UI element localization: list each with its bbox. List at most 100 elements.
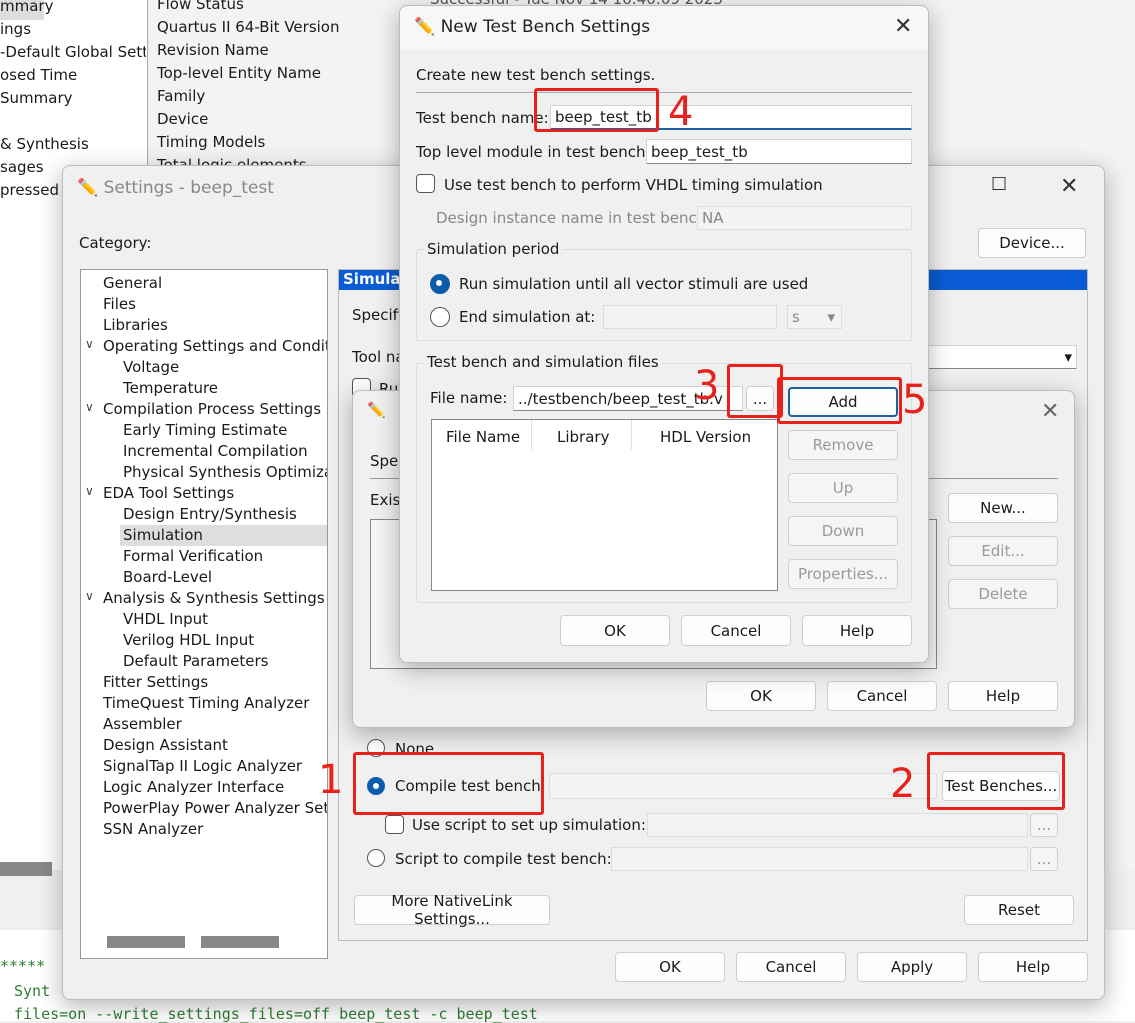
category-item[interactable]: Analysis & Synthesis Settings: [103, 589, 327, 607]
script-compile-radio[interactable]: [367, 849, 385, 867]
reset-button[interactable]: Reset: [964, 895, 1074, 925]
cancel-button[interactable]: Cancel: [736, 952, 846, 982]
tree-item[interactable]: -Default Global Setti: [0, 43, 146, 61]
intro-text: Create new test bench settings.: [416, 66, 656, 84]
category-item[interactable]: Early Timing Estimate: [123, 421, 327, 439]
maximize-icon[interactable]: ☐: [991, 174, 1007, 195]
category-item[interactable]: Fitter Settings: [103, 673, 327, 691]
vhdl-timing-checkbox[interactable]: [416, 174, 435, 193]
run-all-label: Run simulation until all vector stimuli …: [459, 275, 809, 293]
tree-item[interactable]: mmary: [0, 0, 146, 15]
ok-button[interactable]: OK: [560, 615, 670, 646]
category-item[interactable]: TimeQuest Timing Analyzer: [103, 694, 327, 712]
category-item[interactable]: Design Entry/Synthesis: [123, 505, 327, 523]
annotation-box-1: [353, 752, 544, 815]
annotation-number: 3: [694, 363, 720, 409]
tree-item[interactable]: Summary: [0, 89, 146, 107]
tree-item[interactable]: & Synthesis: [0, 135, 146, 153]
up-button[interactable]: Up: [788, 473, 898, 503]
category-item[interactable]: Verilog HDL Input: [123, 631, 327, 649]
ok-button[interactable]: OK: [706, 681, 816, 711]
tool-name-label: Tool na: [352, 348, 405, 366]
category-item[interactable]: Logic Analyzer Interface: [103, 778, 327, 796]
files-table[interactable]: File Name Library HDL Version: [431, 419, 778, 591]
cancel-button[interactable]: Cancel: [827, 681, 937, 711]
more-nativelink-button[interactable]: More NativeLink Settings...: [354, 892, 550, 928]
group-label: Simulation period: [424, 240, 563, 258]
close-icon[interactable]: ✕: [1060, 174, 1078, 199]
apply-button[interactable]: Apply: [857, 952, 967, 982]
summary-row-label: Revision Name: [157, 41, 269, 59]
test-bench-combo[interactable]: [549, 773, 937, 799]
column-header[interactable]: Library: [557, 428, 609, 446]
close-icon[interactable]: ✕: [894, 14, 912, 39]
properties-button[interactable]: Properties...: [788, 559, 898, 589]
category-item[interactable]: Board-Level: [123, 568, 327, 586]
help-button[interactable]: Help: [948, 681, 1058, 711]
category-item[interactable]: EDA Tool Settings: [103, 484, 327, 502]
category-item[interactable]: Libraries: [103, 316, 327, 334]
end-simulation-radio[interactable]: [430, 307, 450, 327]
category-item[interactable]: SignalTap II Logic Analyzer: [103, 757, 327, 775]
end-time-input[interactable]: [603, 305, 777, 329]
category-item[interactable]: Formal Verification: [123, 547, 327, 565]
help-button[interactable]: Help: [802, 615, 912, 646]
close-icon[interactable]: ✕: [1041, 399, 1059, 424]
category-tree[interactable]: General Files Libraries ∨ Operating Settings…: [80, 269, 328, 959]
top-level-module-input[interactable]: beep_test_tb: [646, 139, 912, 164]
column-header[interactable]: HDL Version: [660, 428, 751, 446]
category-item[interactable]: Compilation Process Settings: [103, 400, 327, 418]
top-level-label: Top level module in test bench:: [416, 143, 651, 161]
category-item[interactable]: General: [103, 274, 327, 292]
category-item[interactable]: Simulation: [123, 526, 327, 544]
cancel-button[interactable]: Cancel: [681, 615, 791, 646]
chevron-down-icon[interactable]: ∨: [85, 589, 94, 603]
script-field[interactable]: [647, 813, 1028, 837]
scrollbar-thumb[interactable]: [0, 862, 52, 876]
use-script-checkbox[interactable]: [385, 815, 404, 834]
unit-value: s: [792, 308, 800, 326]
category-item[interactable]: Default Parameters: [123, 652, 327, 670]
file-name-label: File name:: [430, 389, 508, 407]
remove-button[interactable]: Remove: [788, 430, 898, 460]
tree-item[interactable]: osed Time: [0, 66, 146, 84]
chevron-down-icon: ▾: [827, 308, 835, 326]
category-item[interactable]: Incremental Compilation: [123, 442, 327, 460]
category-item[interactable]: Temperature: [123, 379, 327, 397]
browse-button[interactable]: ...: [1030, 847, 1058, 871]
time-unit-dropdown[interactable]: s ▾: [787, 305, 842, 329]
category-item[interactable]: Design Assistant: [103, 736, 327, 754]
delete-button[interactable]: Delete: [948, 579, 1058, 609]
chevron-down-icon[interactable]: ∨: [85, 484, 94, 498]
scrollbar-thumb[interactable]: [107, 936, 185, 948]
dialog-title: New Test Bench Settings: [440, 17, 651, 37]
category-item[interactable]: PowerPlay Power Analyzer Setti: [103, 799, 327, 817]
help-button[interactable]: Help: [978, 952, 1088, 982]
console-line: Synt: [14, 982, 51, 1000]
category-item[interactable]: Physical Synthesis Optimizati: [123, 463, 327, 481]
new-button[interactable]: New...: [948, 493, 1058, 523]
browse-button[interactable]: ...: [1030, 813, 1058, 837]
ok-button[interactable]: OK: [615, 952, 725, 982]
group-label: Test bench and simulation files: [424, 353, 662, 371]
chevron-down-icon[interactable]: ∨: [85, 337, 94, 351]
category-label: Category:: [79, 234, 152, 252]
compile-script-field[interactable]: [611, 847, 1028, 871]
category-item[interactable]: Voltage: [123, 358, 327, 376]
category-item[interactable]: VHDL Input: [123, 610, 327, 628]
instance-name-input[interactable]: NA: [697, 206, 912, 230]
category-item[interactable]: Operating Settings and Conditic: [103, 337, 327, 355]
tree-item[interactable]: ings: [0, 20, 146, 38]
column-header[interactable]: File Name: [446, 428, 520, 446]
edit-button[interactable]: Edit...: [948, 536, 1058, 566]
device-button[interactable]: Device...: [978, 228, 1086, 258]
run-all-radio[interactable]: [430, 274, 450, 294]
category-item[interactable]: Assembler: [103, 715, 327, 733]
category-item[interactable]: SSN Analyzer: [103, 820, 327, 838]
annotation-number: 4: [668, 89, 694, 135]
category-item[interactable]: Files: [103, 295, 327, 313]
chevron-down-icon[interactable]: ∨: [85, 400, 94, 414]
new-test-bench-dialog: ✏️ New Test Bench Settings ✕ Create new …: [399, 5, 929, 663]
down-button[interactable]: Down: [788, 516, 898, 546]
scrollbar-thumb[interactable]: [201, 936, 279, 948]
